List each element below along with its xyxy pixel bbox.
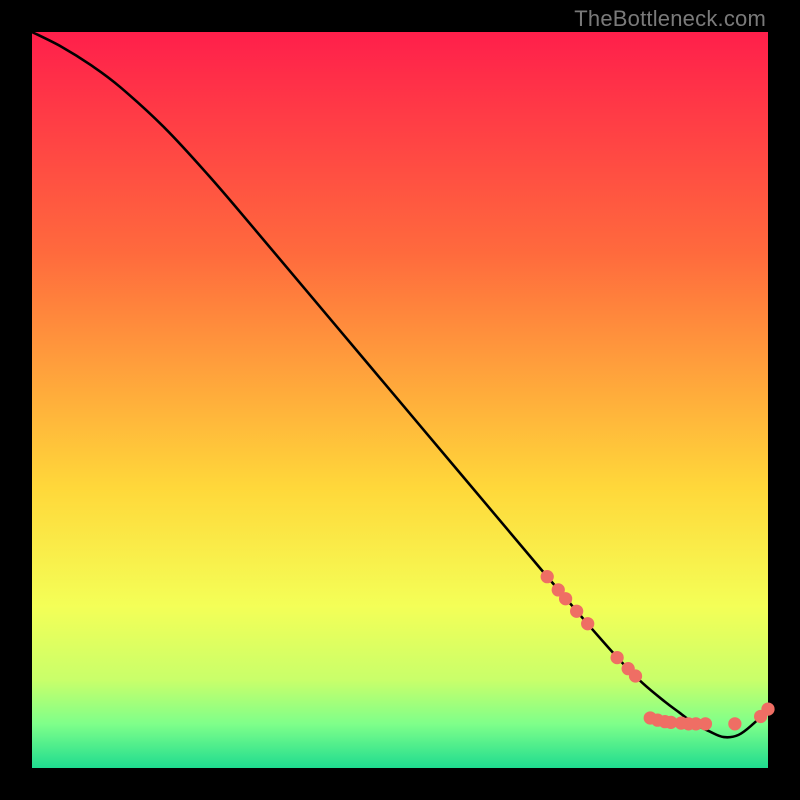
curve-layer [32, 32, 768, 768]
data-point [761, 702, 774, 715]
data-point [581, 617, 594, 630]
plot-area [32, 32, 768, 768]
data-point [541, 570, 554, 583]
watermark-text: TheBottleneck.com [574, 6, 766, 32]
data-point [610, 651, 623, 664]
data-point [629, 669, 642, 682]
bottleneck-curve [32, 32, 768, 737]
chart-stage: TheBottleneck.com [0, 0, 800, 800]
data-point [728, 717, 741, 730]
data-point [570, 605, 583, 618]
data-point [559, 592, 572, 605]
data-markers [541, 570, 775, 730]
data-point [699, 717, 712, 730]
